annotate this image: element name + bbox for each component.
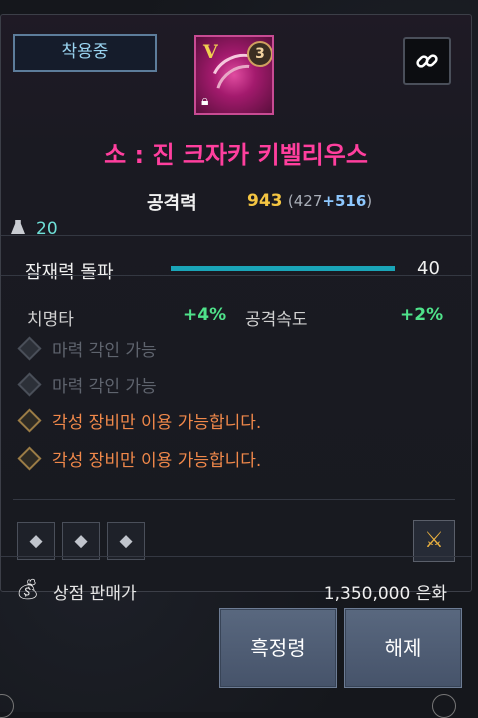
money-bag-icon: 💰︎ xyxy=(15,577,41,601)
item-tooltip-panel: 착용중 V 3 🔒︎ 소 : 진 크자카 키벨리우스 공격력 943 (427+… xyxy=(0,14,472,604)
awakening-slot: 각성 장비만 이용 가능합니다. xyxy=(17,445,262,471)
gem-slot-icon: ◆ xyxy=(29,531,43,551)
diamond-icon xyxy=(17,371,42,397)
grade-mark: V xyxy=(203,41,218,63)
weight-value: 20 xyxy=(36,219,58,239)
divider xyxy=(13,499,455,500)
divider xyxy=(1,235,471,236)
breakthrough-bar xyxy=(171,266,395,271)
shop-sell-label: 상점 판매가 xyxy=(53,584,137,604)
attack-close: ) xyxy=(366,192,373,210)
lock-icon: 🔒︎ xyxy=(201,93,209,109)
attack-speed-value: +2% xyxy=(400,305,444,325)
awakening-slot: 각성 장비만 이용 가능합니다. xyxy=(17,407,262,433)
engrave-slot: 마력 각인 가능 xyxy=(17,371,157,397)
item-icon[interactable]: V 3 🔒︎ xyxy=(194,35,274,115)
breakthrough-label: 잠재력 돌파 xyxy=(25,262,114,283)
shop-sell-value: 1,350,000 은화 xyxy=(323,584,447,604)
divider xyxy=(1,275,471,276)
awakening-text: 각성 장비만 이용 가능합니다. xyxy=(52,450,262,471)
equipped-badge: 착용중 xyxy=(13,34,157,72)
chain-link-icon xyxy=(416,54,438,68)
attack-speed-label: 공격속도 xyxy=(245,310,308,330)
unequip-button[interactable]: 해제 xyxy=(344,608,462,688)
diamond-icon xyxy=(17,335,42,361)
diamond-icon xyxy=(17,445,42,471)
attack-total: 943 xyxy=(247,191,283,211)
crit-value: +4% xyxy=(183,305,227,325)
attack-base: (427 xyxy=(287,192,323,210)
gem-slot-2[interactable]: ◆ xyxy=(62,522,100,560)
item-name: 소 : 진 크자카 키벨리우스 xyxy=(104,141,368,169)
diamond-icon xyxy=(17,407,42,433)
gem-slot-3[interactable]: ◆ xyxy=(107,522,145,560)
gem-slot-icon: ◆ xyxy=(119,531,133,551)
corner-help-icon[interactable] xyxy=(432,694,456,718)
black-spirit-button[interactable]: 흑정령 xyxy=(219,608,337,688)
awakening-text: 각성 장비만 이용 가능합니다. xyxy=(52,412,262,433)
engrave-slot: 마력 각인 가능 xyxy=(17,335,157,361)
gem-slot-icon: ◆ xyxy=(74,531,88,551)
engrave-text: 마력 각인 가능 xyxy=(52,376,157,397)
attack-label: 공격력 xyxy=(147,193,197,214)
gem-slot-1[interactable]: ◆ xyxy=(17,522,55,560)
attack-value: 943 (427+516) xyxy=(247,191,372,211)
engrave-text: 마력 각인 가능 xyxy=(52,340,157,361)
divider xyxy=(1,556,471,557)
link-button[interactable] xyxy=(403,37,451,85)
enhance-level-badge: 3 xyxy=(247,41,272,67)
weight-icon xyxy=(11,220,25,234)
crit-label: 치명타 xyxy=(27,310,74,330)
attack-bonus: +516 xyxy=(322,192,367,210)
